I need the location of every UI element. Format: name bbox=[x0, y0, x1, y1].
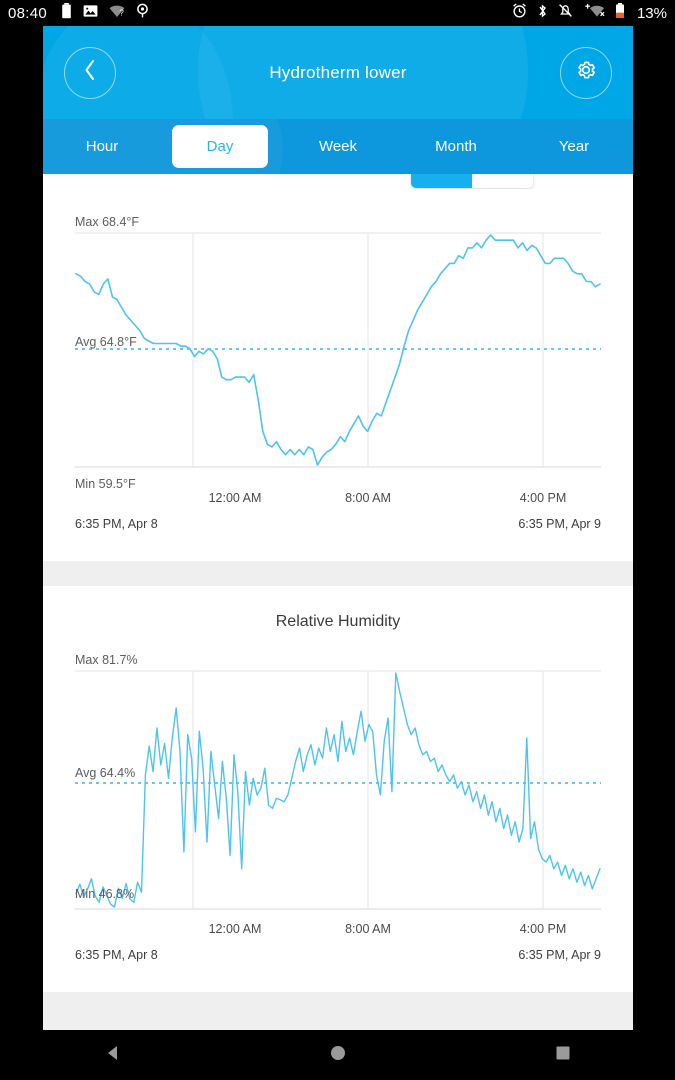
period-tabs: Hour Day Week Month Year bbox=[43, 119, 633, 174]
settings-button[interactable] bbox=[560, 47, 612, 99]
status-left-icons: ? bbox=[61, 3, 149, 24]
status-clock: 08:40 bbox=[8, 5, 47, 22]
gear-icon bbox=[575, 59, 597, 86]
tab-hour[interactable]: Hour bbox=[43, 119, 161, 174]
segment-option-2[interactable] bbox=[472, 174, 533, 188]
humidity-max-label: Max 81.7% bbox=[75, 653, 138, 667]
temp-x-axis: 12:00 AM 8:00 AM 4:00 PM bbox=[43, 487, 633, 513]
tab-day[interactable]: Day bbox=[161, 125, 279, 168]
scroll-body[interactable]: Max 68.4°F Avg 64.8°F Min 59.5°F bbox=[43, 174, 633, 1030]
battery-icon bbox=[61, 3, 72, 24]
image-icon bbox=[83, 4, 98, 23]
humidity-xtick-2: 4:00 PM bbox=[520, 922, 567, 936]
nav-recents-square-icon[interactable] bbox=[553, 1043, 573, 1068]
nav-home-circle-icon[interactable] bbox=[328, 1043, 348, 1068]
humidity-x-axis: 12:00 AM 8:00 AM 4:00 PM bbox=[43, 918, 633, 944]
wifi-question-icon: ? bbox=[109, 4, 125, 23]
phone-screen: 08:40 ? bbox=[0, 0, 675, 1080]
app-container: Hydrotherm lower Hour Day Week Mon bbox=[43, 26, 633, 1030]
chevron-left-icon bbox=[83, 59, 97, 86]
temperature-chart: Max 68.4°F Avg 64.8°F Min 59.5°F bbox=[43, 189, 633, 487]
back-button[interactable] bbox=[64, 47, 116, 99]
tab-year[interactable]: Year bbox=[515, 119, 633, 174]
card-separator bbox=[43, 561, 633, 586]
tab-week[interactable]: Week bbox=[279, 119, 397, 174]
temp-max-label: Max 68.4°F bbox=[75, 215, 139, 229]
humidity-chart: Max 81.7% Avg 64.4% Min 46.8% bbox=[43, 631, 633, 918]
location-pin-icon bbox=[136, 3, 149, 23]
svg-text:?: ? bbox=[119, 8, 124, 17]
temp-avg-label: Avg 64.8°F bbox=[75, 335, 137, 349]
temperature-card: Max 68.4°F Avg 64.8°F Min 59.5°F bbox=[43, 174, 633, 561]
humidity-series bbox=[76, 673, 600, 907]
notifications-muted-icon bbox=[558, 3, 573, 23]
humidity-card: Relative Humidity Max 81.7% Avg 64.4% Mi… bbox=[43, 586, 633, 992]
humidity-avg-label: Avg 64.4% bbox=[75, 766, 135, 780]
unit-segmented-control[interactable] bbox=[411, 174, 533, 188]
battery-percent: 13% bbox=[637, 5, 667, 22]
tab-day-label: Day bbox=[172, 125, 268, 168]
bluetooth-icon bbox=[537, 3, 548, 24]
humidity-range-start: 6:35 PM, Apr 8 bbox=[75, 948, 158, 962]
nav-back-triangle-icon[interactable] bbox=[103, 1043, 123, 1068]
humidity-title: Relative Humidity bbox=[43, 586, 633, 631]
alarm-icon bbox=[512, 3, 527, 23]
humidity-range-row: 6:35 PM, Apr 8 6:35 PM, Apr 9 bbox=[43, 944, 633, 962]
page-title: Hydrotherm lower bbox=[269, 63, 406, 83]
temp-xtick-1: 8:00 AM bbox=[345, 491, 391, 505]
temp-xtick-2: 4:00 PM bbox=[520, 491, 567, 505]
temp-xtick-0: 12:00 AM bbox=[209, 491, 262, 505]
android-nav-bar bbox=[0, 1030, 675, 1080]
humidity-range-end: 6:35 PM, Apr 9 bbox=[518, 948, 601, 962]
humidity-xtick-1: 8:00 AM bbox=[345, 922, 391, 936]
status-right-icons: 13% bbox=[512, 3, 667, 24]
app-header: Hydrotherm lower bbox=[43, 26, 633, 119]
tab-month[interactable]: Month bbox=[397, 119, 515, 174]
humidity-xtick-0: 12:00 AM bbox=[209, 922, 262, 936]
temp-range-end: 6:35 PM, Apr 9 bbox=[518, 517, 601, 531]
segment-option-1[interactable] bbox=[411, 174, 472, 188]
temp-range-row: 6:35 PM, Apr 8 6:35 PM, Apr 9 bbox=[43, 513, 633, 531]
segmented-control-clipped bbox=[43, 174, 633, 189]
temperature-series bbox=[76, 235, 600, 465]
status-bar: 08:40 ? bbox=[0, 0, 675, 26]
humidity-min-label: Min 46.8% bbox=[75, 887, 134, 901]
temp-range-start: 6:35 PM, Apr 8 bbox=[75, 517, 158, 531]
wifi-off-icon bbox=[583, 3, 605, 23]
battery-icon bbox=[615, 3, 625, 24]
